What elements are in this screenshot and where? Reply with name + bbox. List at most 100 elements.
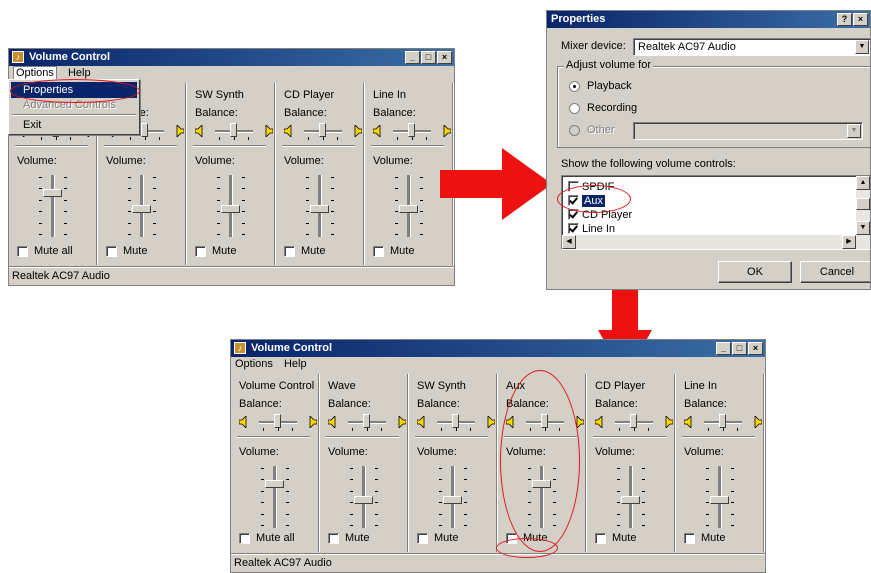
scroll-thumb[interactable] bbox=[856, 198, 870, 210]
volume-slider[interactable] bbox=[309, 175, 329, 237]
radio-recording-button[interactable] bbox=[569, 102, 580, 114]
mute-check-box[interactable] bbox=[195, 245, 206, 257]
scroll-down-button[interactable]: ▼ bbox=[856, 221, 870, 235]
balance-slider[interactable] bbox=[595, 414, 673, 431]
menu-options[interactable]: Options bbox=[13, 66, 57, 80]
menu-item-exit[interactable]: Exit bbox=[11, 117, 137, 133]
mute-checkbox[interactable]: Mute bbox=[373, 245, 414, 257]
title-bar[interactable]: ♪ Volume Control _ □ × bbox=[9, 49, 454, 66]
list-item[interactable]: Line In bbox=[568, 222, 615, 235]
volume-thumb[interactable] bbox=[442, 496, 462, 504]
minimize-button[interactable]: _ bbox=[716, 342, 731, 355]
mute-checkbox[interactable]: Mute bbox=[195, 245, 236, 257]
volume-thumb[interactable] bbox=[42, 189, 62, 197]
volume-slider[interactable] bbox=[264, 466, 284, 528]
balance-slider[interactable] bbox=[284, 123, 362, 140]
radio-playback-button[interactable] bbox=[569, 80, 580, 92]
list-item-checkbox[interactable] bbox=[568, 223, 579, 234]
balance-thumb[interactable] bbox=[452, 414, 459, 428]
volume-slider[interactable] bbox=[442, 466, 462, 528]
properties-title-bar[interactable]: Properties ? × bbox=[547, 11, 870, 28]
radio-recording[interactable]: Recording bbox=[569, 102, 637, 114]
volume-slider[interactable] bbox=[353, 466, 373, 528]
mute-checkbox[interactable]: Mute bbox=[284, 245, 325, 257]
volume-thumb[interactable] bbox=[398, 205, 418, 213]
balance-slider[interactable] bbox=[684, 414, 762, 431]
arrow-right bbox=[440, 148, 552, 220]
volume-thumb[interactable] bbox=[220, 205, 240, 213]
balance-thumb[interactable] bbox=[319, 123, 326, 137]
close-button[interactable]: × bbox=[853, 13, 868, 26]
volume-thumb[interactable] bbox=[620, 496, 640, 504]
vertical-scrollbar[interactable]: ▲ ▼ bbox=[856, 176, 870, 235]
ok-button[interactable]: OK bbox=[718, 261, 792, 283]
balance-slider[interactable] bbox=[373, 123, 451, 140]
volume-thumb[interactable] bbox=[131, 205, 151, 213]
balance-slider[interactable] bbox=[417, 414, 495, 431]
mute-check-box[interactable] bbox=[417, 532, 428, 544]
balance-slider[interactable] bbox=[239, 414, 317, 431]
mute-check-box[interactable] bbox=[684, 532, 695, 544]
balance-thumb[interactable] bbox=[630, 414, 637, 428]
mute-checkbox[interactable]: Mute bbox=[595, 532, 636, 544]
volume-slider[interactable] bbox=[42, 175, 62, 237]
speaker-icon bbox=[265, 125, 273, 137]
cancel-button[interactable]: Cancel bbox=[800, 261, 870, 283]
mute-check-box[interactable] bbox=[284, 245, 295, 257]
balance-thumb[interactable] bbox=[274, 414, 281, 428]
menu-help[interactable]: Help bbox=[68, 67, 91, 79]
mute-checkbox[interactable]: Mute all bbox=[17, 245, 73, 257]
radio-other-label: Other bbox=[587, 124, 615, 136]
balance-slider[interactable] bbox=[195, 123, 273, 140]
balance-thumb[interactable] bbox=[230, 123, 237, 137]
mute-check-box[interactable] bbox=[17, 245, 28, 257]
horizontal-scrollbar[interactable]: ◀ ▶ bbox=[562, 235, 870, 249]
mute-check-box[interactable] bbox=[373, 245, 384, 257]
mute-checkbox[interactable]: Mute bbox=[417, 532, 458, 544]
radio-playback[interactable]: Playback bbox=[569, 80, 632, 92]
balance-thumb[interactable] bbox=[719, 414, 726, 428]
help-button[interactable]: ? bbox=[837, 13, 852, 26]
maximize-button[interactable]: □ bbox=[421, 51, 436, 64]
mute-check-box[interactable] bbox=[595, 532, 606, 544]
scroll-left-button[interactable]: ◀ bbox=[562, 235, 576, 249]
volume-ticks-right bbox=[152, 177, 156, 235]
volume-slider[interactable] bbox=[398, 175, 418, 237]
mixer-device-value: Realtek AC97 Audio bbox=[638, 41, 736, 53]
minimize-button[interactable]: _ bbox=[405, 51, 420, 64]
chevron-down-icon[interactable]: ▼ bbox=[855, 40, 869, 54]
mixer-device-select[interactable]: Realtek AC97 Audio ▼ bbox=[633, 38, 870, 56]
mute-check-box[interactable] bbox=[328, 532, 339, 544]
balance-thumb[interactable] bbox=[363, 414, 370, 428]
scroll-up-button[interactable]: ▲ bbox=[856, 176, 870, 190]
volume-slider[interactable] bbox=[620, 466, 640, 528]
title-bar[interactable]: ♪ Volume Control _ □ × bbox=[231, 340, 765, 357]
balance-slider[interactable] bbox=[328, 414, 406, 431]
mute-checkbox[interactable]: Mute all bbox=[239, 532, 295, 544]
balance-label: Balance: bbox=[684, 398, 727, 410]
mute-checkbox[interactable]: Mute bbox=[106, 245, 147, 257]
volume-slider[interactable] bbox=[220, 175, 240, 237]
menu-help[interactable]: Help bbox=[284, 358, 307, 370]
menu-options[interactable]: Options bbox=[235, 358, 273, 370]
maximize-button[interactable]: □ bbox=[732, 342, 747, 355]
volume-slider[interactable] bbox=[131, 175, 151, 237]
mute-checkbox[interactable]: Mute bbox=[328, 532, 369, 544]
volume-thumb[interactable] bbox=[309, 205, 329, 213]
mute-checkbox[interactable]: Mute bbox=[684, 532, 725, 544]
volume-slider[interactable] bbox=[709, 466, 729, 528]
scroll-right-button[interactable]: ▶ bbox=[842, 235, 856, 249]
balance-track bbox=[437, 414, 475, 428]
properties-highlight-circle bbox=[10, 79, 140, 103]
separator bbox=[415, 436, 488, 438]
volume-thumb[interactable] bbox=[709, 496, 729, 504]
radio-playback-label: Playback bbox=[587, 80, 632, 92]
mute-check-box[interactable] bbox=[239, 532, 250, 544]
volume-thumb[interactable] bbox=[264, 480, 284, 488]
close-button[interactable]: × bbox=[437, 51, 452, 64]
balance-thumb[interactable] bbox=[408, 123, 415, 137]
volume-thumb[interactable] bbox=[353, 496, 373, 504]
close-button[interactable]: × bbox=[748, 342, 763, 355]
balance-thumb[interactable] bbox=[141, 123, 148, 137]
mute-check-box[interactable] bbox=[106, 245, 117, 257]
